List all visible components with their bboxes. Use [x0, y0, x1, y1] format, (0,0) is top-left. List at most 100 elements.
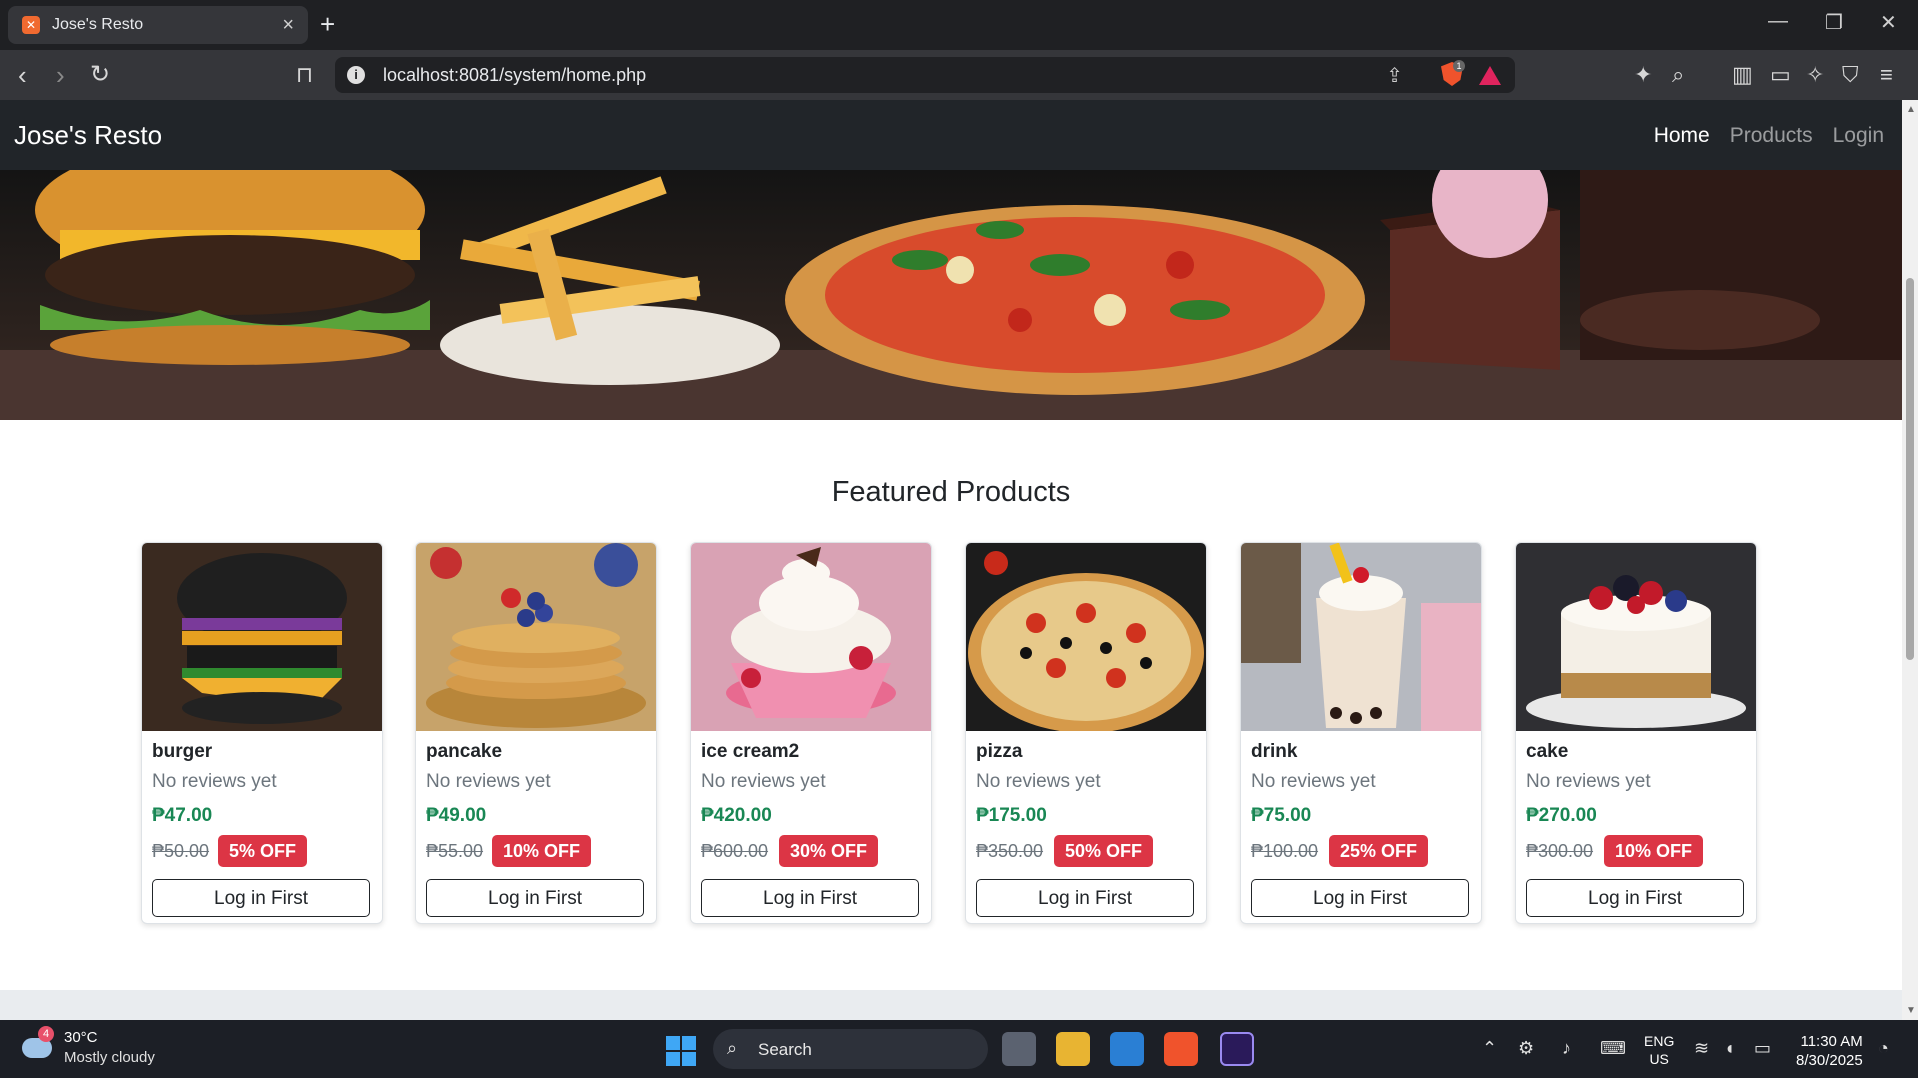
log-in-first-button[interactable]: Log in First — [426, 879, 644, 917]
scroll-down-icon[interactable]: ▼ — [1906, 1005, 1916, 1016]
bookmark-icon[interactable]: ⊓ — [296, 62, 313, 88]
search-icon: ⌕ — [727, 1038, 738, 1058]
product-card-pancake: pancake No reviews yet ₱49.00 ₱55.00 10%… — [415, 542, 657, 924]
windows-start-icon[interactable] — [666, 1036, 696, 1066]
taskbar-search[interactable]: ⌕ Search — [713, 1029, 988, 1069]
scroll-up-icon[interactable]: ▲ — [1906, 104, 1916, 115]
product-card-burger: burger No reviews yet ₱47.00 ₱50.00 5% O… — [141, 542, 383, 924]
discount-badge: 50% OFF — [1054, 835, 1154, 867]
weather-condition[interactable]: Mostly cloudy — [64, 1049, 155, 1066]
vscode-icon[interactable] — [1110, 1032, 1144, 1066]
forward-icon[interactable]: › — [56, 62, 65, 88]
nav-home[interactable]: Home — [1654, 124, 1710, 148]
wifi-icon[interactable]: ≋ — [1694, 1038, 1709, 1059]
product-card-drink: drink No reviews yet ₱75.00 ₱100.00 25% … — [1240, 542, 1482, 924]
page-viewport: Jose's Resto Home Products Login Feature… — [0, 100, 1902, 1020]
product-card-cake: cake No reviews yet ₱270.00 ₱300.00 10% … — [1515, 542, 1757, 924]
nav-login[interactable]: Login — [1833, 124, 1884, 148]
site-info-icon[interactable]: i — [347, 66, 365, 84]
reload-icon[interactable]: ↻ — [90, 62, 110, 88]
leo-ai-icon[interactable]: ✧ — [1806, 63, 1824, 87]
wallet-icon[interactable]: ▭ — [1770, 63, 1791, 87]
tab-search-icon[interactable]: ⌕ — [1672, 63, 1684, 87]
tray-app-icon[interactable]: ⚙ — [1518, 1038, 1534, 1059]
product-image — [416, 543, 656, 731]
file-explorer-icon[interactable] — [1056, 1032, 1090, 1066]
product-price: ₱420.00 — [701, 805, 772, 826]
microphone-icon[interactable]: ♪ — [1562, 1038, 1571, 1059]
extensions-icon[interactable]: ✦ — [1634, 63, 1652, 87]
log-in-first-button[interactable]: Log in First — [976, 879, 1194, 917]
weather-temperature[interactable]: 30°C — [64, 1029, 98, 1046]
product-name: drink — [1251, 741, 1298, 762]
back-icon[interactable]: ‹ — [18, 62, 27, 88]
notifications-icon[interactable]: ◔ — [1878, 1038, 1889, 1059]
product-price: ₱49.00 — [426, 805, 487, 826]
discount-badge: 10% OFF — [492, 835, 592, 867]
tab-title: Jose's Resto — [52, 16, 144, 33]
task-view-icon[interactable] — [1002, 1032, 1036, 1066]
show-hidden-icons[interactable]: ⌃ — [1482, 1038, 1497, 1059]
log-in-first-button[interactable]: Log in First — [1526, 879, 1744, 917]
product-image — [1241, 543, 1481, 731]
browser-tab[interactable]: ✕ Jose's Resto × — [8, 6, 308, 44]
log-in-first-button[interactable]: Log in First — [152, 879, 370, 917]
product-name: pancake — [426, 741, 503, 762]
site-navbar: Jose's Resto Home Products Login — [0, 100, 1902, 170]
site-brand[interactable]: Jose's Resto — [14, 120, 162, 151]
product-name: ice cream2 — [701, 741, 800, 762]
product-name: cake — [1526, 741, 1569, 762]
url-text[interactable]: localhost:8081/system/home.php — [383, 65, 646, 86]
close-tab-icon[interactable]: × — [282, 14, 294, 37]
language-code: ENG — [1644, 1033, 1675, 1049]
product-old-price: ₱350.00 — [976, 841, 1044, 861]
clock-time: 11:30 AM — [1800, 1033, 1863, 1050]
product-old-price: ₱300.00 — [1526, 841, 1594, 861]
discount-badge: 10% OFF — [1604, 835, 1704, 867]
brave-browser-icon[interactable] — [1164, 1032, 1198, 1066]
close-window-icon[interactable]: ✕ — [1880, 10, 1897, 35]
product-name: burger — [152, 741, 213, 762]
address-bar[interactable]: i localhost:8081/system/home.php ⇪ 1 — [335, 57, 1515, 93]
product-old-price: ₱55.00 — [426, 841, 484, 861]
hero-food-image — [0, 170, 1902, 420]
hero-banner — [0, 170, 1902, 420]
keyboard-icon[interactable]: ⌨ — [1600, 1038, 1626, 1059]
browser-tab-strip: ✕ Jose's Resto × + — ❐ ✕ — [0, 0, 1918, 50]
discount-badge: 25% OFF — [1329, 835, 1429, 867]
product-price: ₱175.00 — [976, 805, 1047, 826]
scrollbar-thumb[interactable] — [1906, 278, 1914, 660]
product-reviews: No reviews yet — [976, 771, 1101, 792]
system-clock[interactable]: 11:30 AM 8/30/2025 — [1796, 1032, 1863, 1070]
product-old-price: ₱100.00 — [1251, 841, 1319, 861]
input-language[interactable]: ENG US — [1644, 1032, 1674, 1068]
log-in-first-button[interactable]: Log in First — [1251, 879, 1469, 917]
menu-icon[interactable]: ≡ — [1880, 63, 1893, 87]
nav-links: Home Products Login — [1654, 124, 1884, 148]
clock-date: 8/30/2025 — [1796, 1052, 1863, 1069]
share-icon[interactable]: ⇪ — [1386, 63, 1403, 88]
shields-count-badge: 1 — [1453, 60, 1465, 72]
restore-icon[interactable]: ❐ — [1825, 10, 1843, 35]
volume-icon[interactable]: ◖ — [1724, 1038, 1735, 1059]
minimize-icon[interactable]: — — [1768, 10, 1788, 33]
new-tab-button[interactable]: + — [320, 10, 335, 38]
search-label: Search — [758, 1040, 812, 1059]
product-image — [1516, 543, 1756, 731]
battery-icon[interactable]: ▭ — [1754, 1038, 1771, 1059]
log-in-first-button[interactable]: Log in First — [701, 879, 919, 917]
product-reviews: No reviews yet — [1251, 771, 1376, 792]
brave-rewards-icon[interactable] — [1479, 66, 1501, 85]
browser-toolbar: ‹ › ↻ ⊓ i localhost:8081/system/home.php… — [0, 50, 1918, 100]
sidebar-icon[interactable]: ▥ — [1732, 63, 1753, 87]
product-image — [966, 543, 1206, 731]
product-image — [142, 543, 382, 731]
after-effects-icon[interactable] — [1220, 1032, 1254, 1066]
page-scrollbar[interactable]: ▲ ▼ — [1902, 100, 1918, 1020]
product-old-price: ₱600.00 — [701, 841, 769, 861]
product-price: ₱47.00 — [152, 805, 213, 826]
product-name: pizza — [976, 741, 1023, 762]
vpn-icon[interactable]: ⛉ — [1842, 63, 1859, 87]
nav-products[interactable]: Products — [1730, 124, 1813, 148]
product-reviews: No reviews yet — [1526, 771, 1651, 792]
